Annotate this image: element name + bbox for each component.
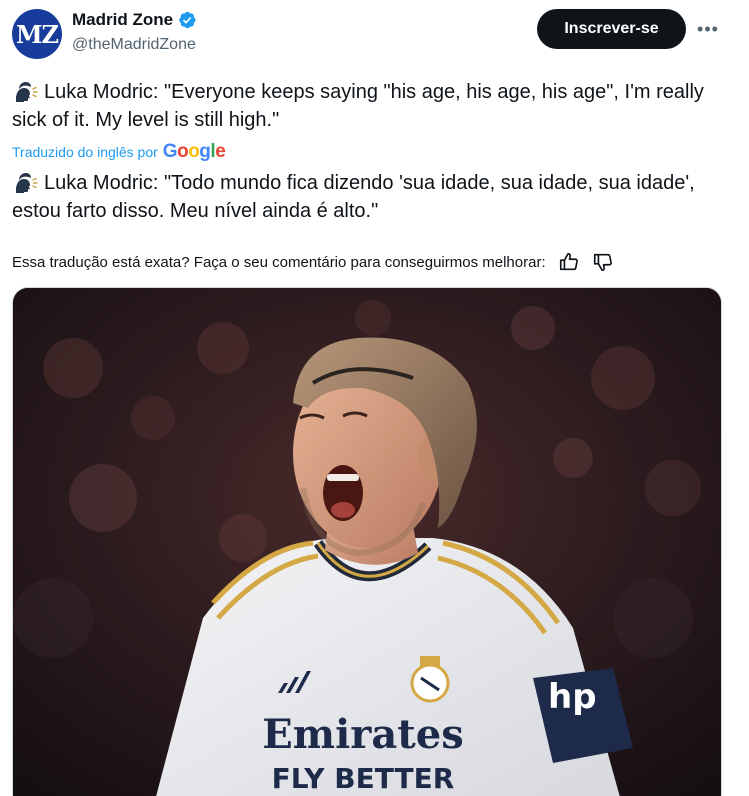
speaking-head-icon (16, 82, 38, 102)
translation-attribution: Traduzido do inglês por Google (12, 141, 226, 163)
more-horizontal-icon[interactable]: ••• (694, 15, 722, 43)
avatar-logo-text: MZ (15, 19, 59, 49)
translation-feedback: Essa tradução está exata? Faça o seu com… (12, 250, 722, 274)
translated-tweet-text: Luka Modric: "Todo mundo fica dizendo 's… (12, 172, 695, 222)
shirt-sponsor-line1: Emirates (262, 711, 463, 758)
avatar[interactable]: MZ (12, 9, 62, 59)
player-photo: hp Emirates FLY BETTER (13, 288, 721, 796)
thumbs-up-icon[interactable] (558, 251, 580, 273)
original-tweet-text: Luka Modric: "Everyone keeps saying "his… (12, 81, 704, 131)
author-handle[interactable]: @theMadridZone (72, 36, 196, 54)
tweet-media-image[interactable]: hp Emirates FLY BETTER (12, 287, 722, 796)
subscribe-button[interactable]: Inscrever-se (537, 9, 686, 49)
author-name-label: Madrid Zone (72, 10, 174, 29)
google-logo: Google (162, 141, 226, 162)
author-name[interactable]: Madrid Zone (72, 10, 197, 30)
thumbs-down-icon[interactable] (592, 251, 614, 273)
verified-badge-icon (179, 11, 196, 29)
sleeve-sponsor-text: hp (548, 677, 597, 717)
translated-tweet: Luka Modric: "Todo mundo fica dizendo 's… (12, 169, 722, 225)
speaking-head-icon (16, 173, 38, 193)
shirt-sponsor-line2: FLY BETTER (272, 762, 455, 795)
tweet-text: Luka Modric: "Everyone keeps saying "his… (12, 78, 712, 134)
tweet-header: MZ Madrid Zone @theMadridZone Inscrever-… (0, 0, 749, 72)
translated-by-label: Traduzido do inglês por (12, 144, 158, 160)
tweet-container: MZ Madrid Zone @theMadridZone Inscrever-… (0, 0, 749, 796)
feedback-prompt: Essa tradução está exata? Faça o seu com… (12, 253, 546, 271)
